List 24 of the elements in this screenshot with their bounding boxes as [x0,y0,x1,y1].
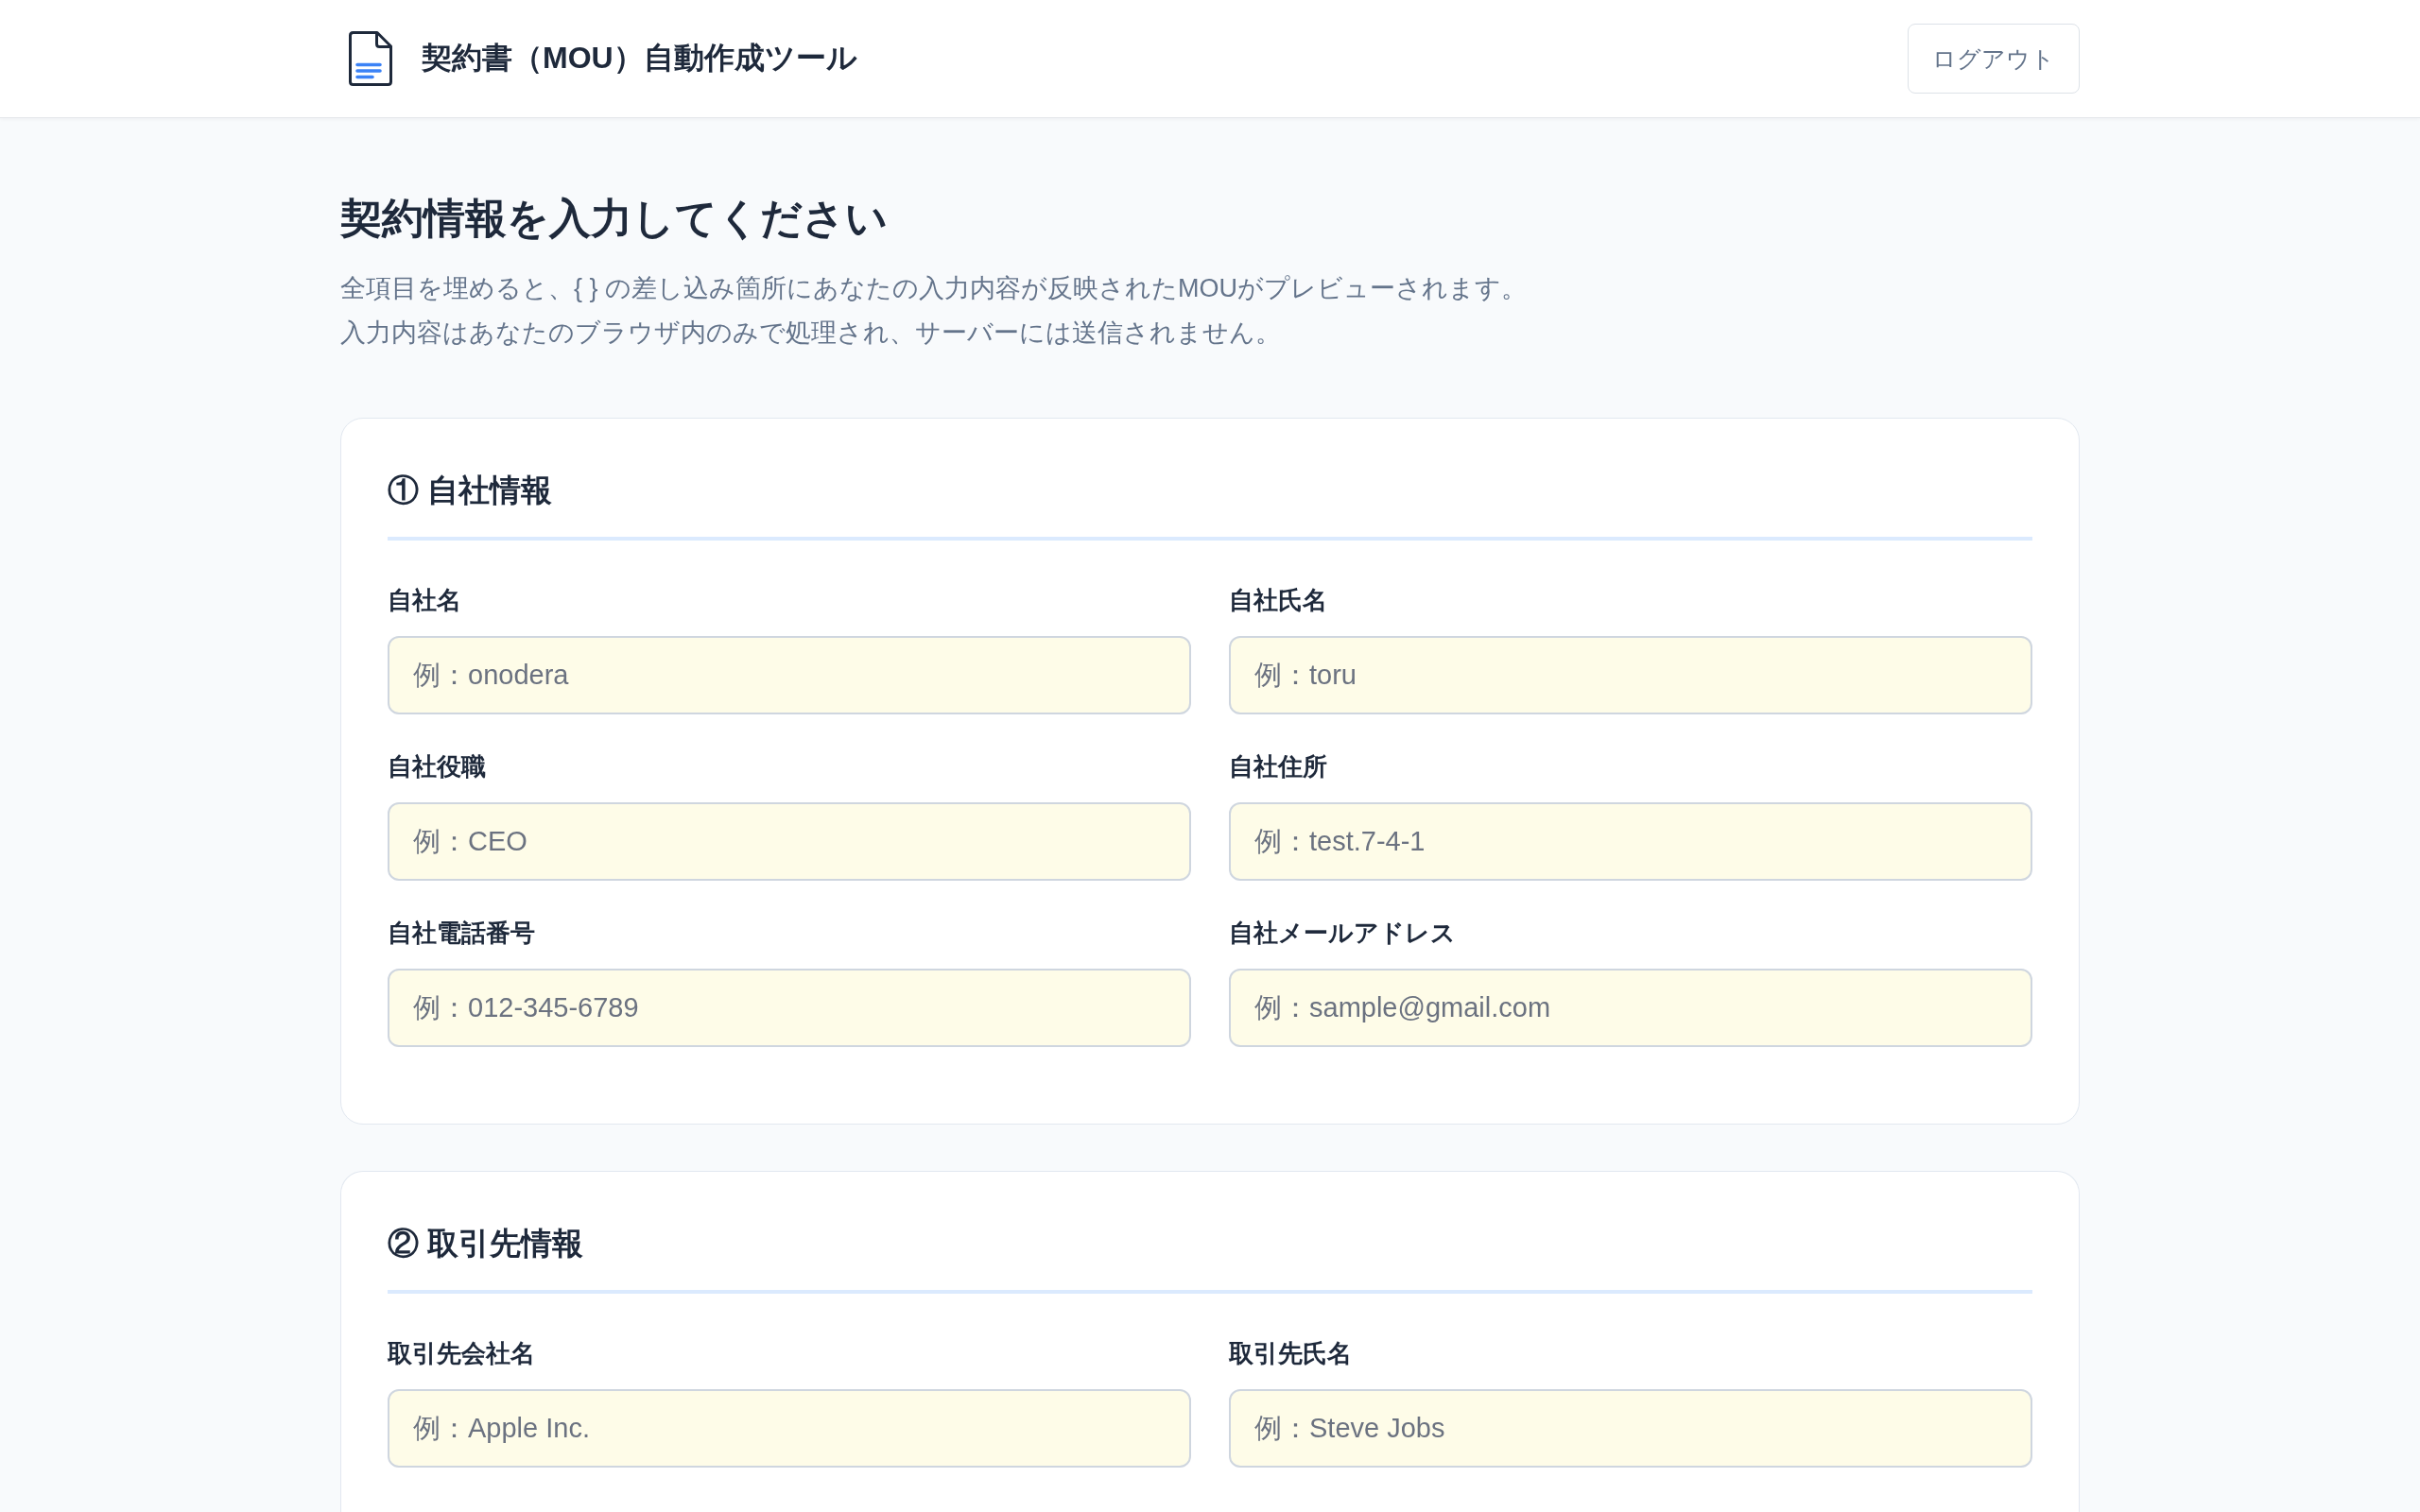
text-input[interactable]: 例：CEO [388,802,1191,881]
text-input[interactable]: 例：onodera [388,636,1191,714]
field-label: 自社氏名 [1229,585,1328,616]
app-title: 契約書（MOU）自動作成ツール [422,40,857,77]
logout-button[interactable]: ログアウト [1908,24,2080,94]
text-input[interactable]: 例：sample@gmail.com [1229,969,2032,1047]
field-label: 自社電話番号 [388,918,536,949]
section-title: ② 取引先情報 [388,1223,2032,1294]
field-label: 自社メールアドレス [1229,918,1457,949]
text-input[interactable]: 例：012-345-6789 [388,969,1191,1047]
field-label: 自社名 [388,585,462,616]
text-input[interactable]: 例：Apple Inc. [388,1389,1191,1468]
text-input[interactable]: 例：test.7-4-1 [1229,802,2032,881]
page-heading: 契約情報を入力してください [340,194,889,243]
field-label: 自社住所 [1229,751,1328,782]
description-text: 全項目を埋めると、{ } の差し込み箇所にあなたの入力内容が反映されたMOUがプレビューされます。 [340,273,1529,304]
field-label: 取引先氏名 [1229,1338,1353,1369]
field-label: 取引先会社名 [388,1338,536,1369]
description-text: 入力内容はあなたのブラウザ内のみで処理され、サーバーには送信されません。 [340,318,1282,349]
text-input[interactable]: 例：toru [1229,636,2032,714]
document-icon [349,31,392,86]
field-label: 自社役職 [388,751,487,782]
section-title: ① 自社情報 [388,470,2032,541]
text-input[interactable]: 例：Steve Jobs [1229,1389,2032,1468]
